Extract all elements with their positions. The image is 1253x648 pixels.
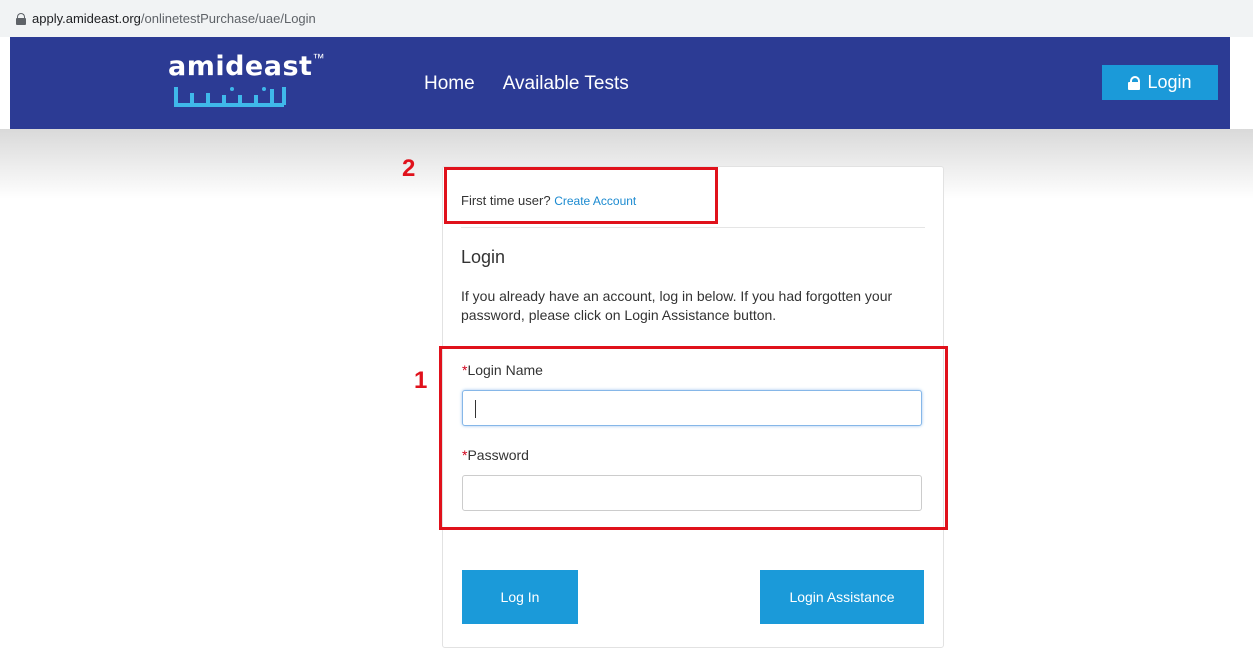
- annotation-number-2: 2: [402, 155, 416, 182]
- logo-trademark: ™: [312, 51, 325, 65]
- nav-links: Home Available Tests: [424, 73, 629, 95]
- logo-text: amideast: [168, 51, 313, 82]
- nav-home[interactable]: Home: [424, 73, 475, 95]
- login-title: Login: [461, 247, 506, 267]
- login-assistance-button[interactable]: Login Assistance: [760, 570, 924, 624]
- annotation-number-1: 1: [414, 367, 428, 394]
- padlock-icon: [1128, 75, 1141, 90]
- header-login-button[interactable]: Login: [1102, 65, 1218, 100]
- header-login-label: Login: [1147, 72, 1192, 92]
- login-instructions: If you already have an account, log in b…: [461, 288, 893, 323]
- url-host: apply.amideast.org: [32, 11, 141, 26]
- nav-available-tests[interactable]: Available Tests: [503, 73, 629, 95]
- top-nav-bar: amideast™ Home Available Tests Login: [10, 37, 1230, 129]
- annotation-box-2: [444, 167, 718, 224]
- logo-arabic-wordmark: [174, 87, 286, 107]
- log-in-button[interactable]: Log In: [462, 570, 578, 624]
- address-bar[interactable]: apply.amideast.org/onlinetestPurchase/ua…: [0, 0, 1253, 37]
- divider: [461, 227, 925, 228]
- amideast-logo[interactable]: amideast™: [168, 51, 328, 121]
- lock-icon: [16, 12, 26, 25]
- url-path: /onlinetestPurchase/uae/Login: [140, 11, 316, 26]
- annotation-box-1: [439, 346, 948, 530]
